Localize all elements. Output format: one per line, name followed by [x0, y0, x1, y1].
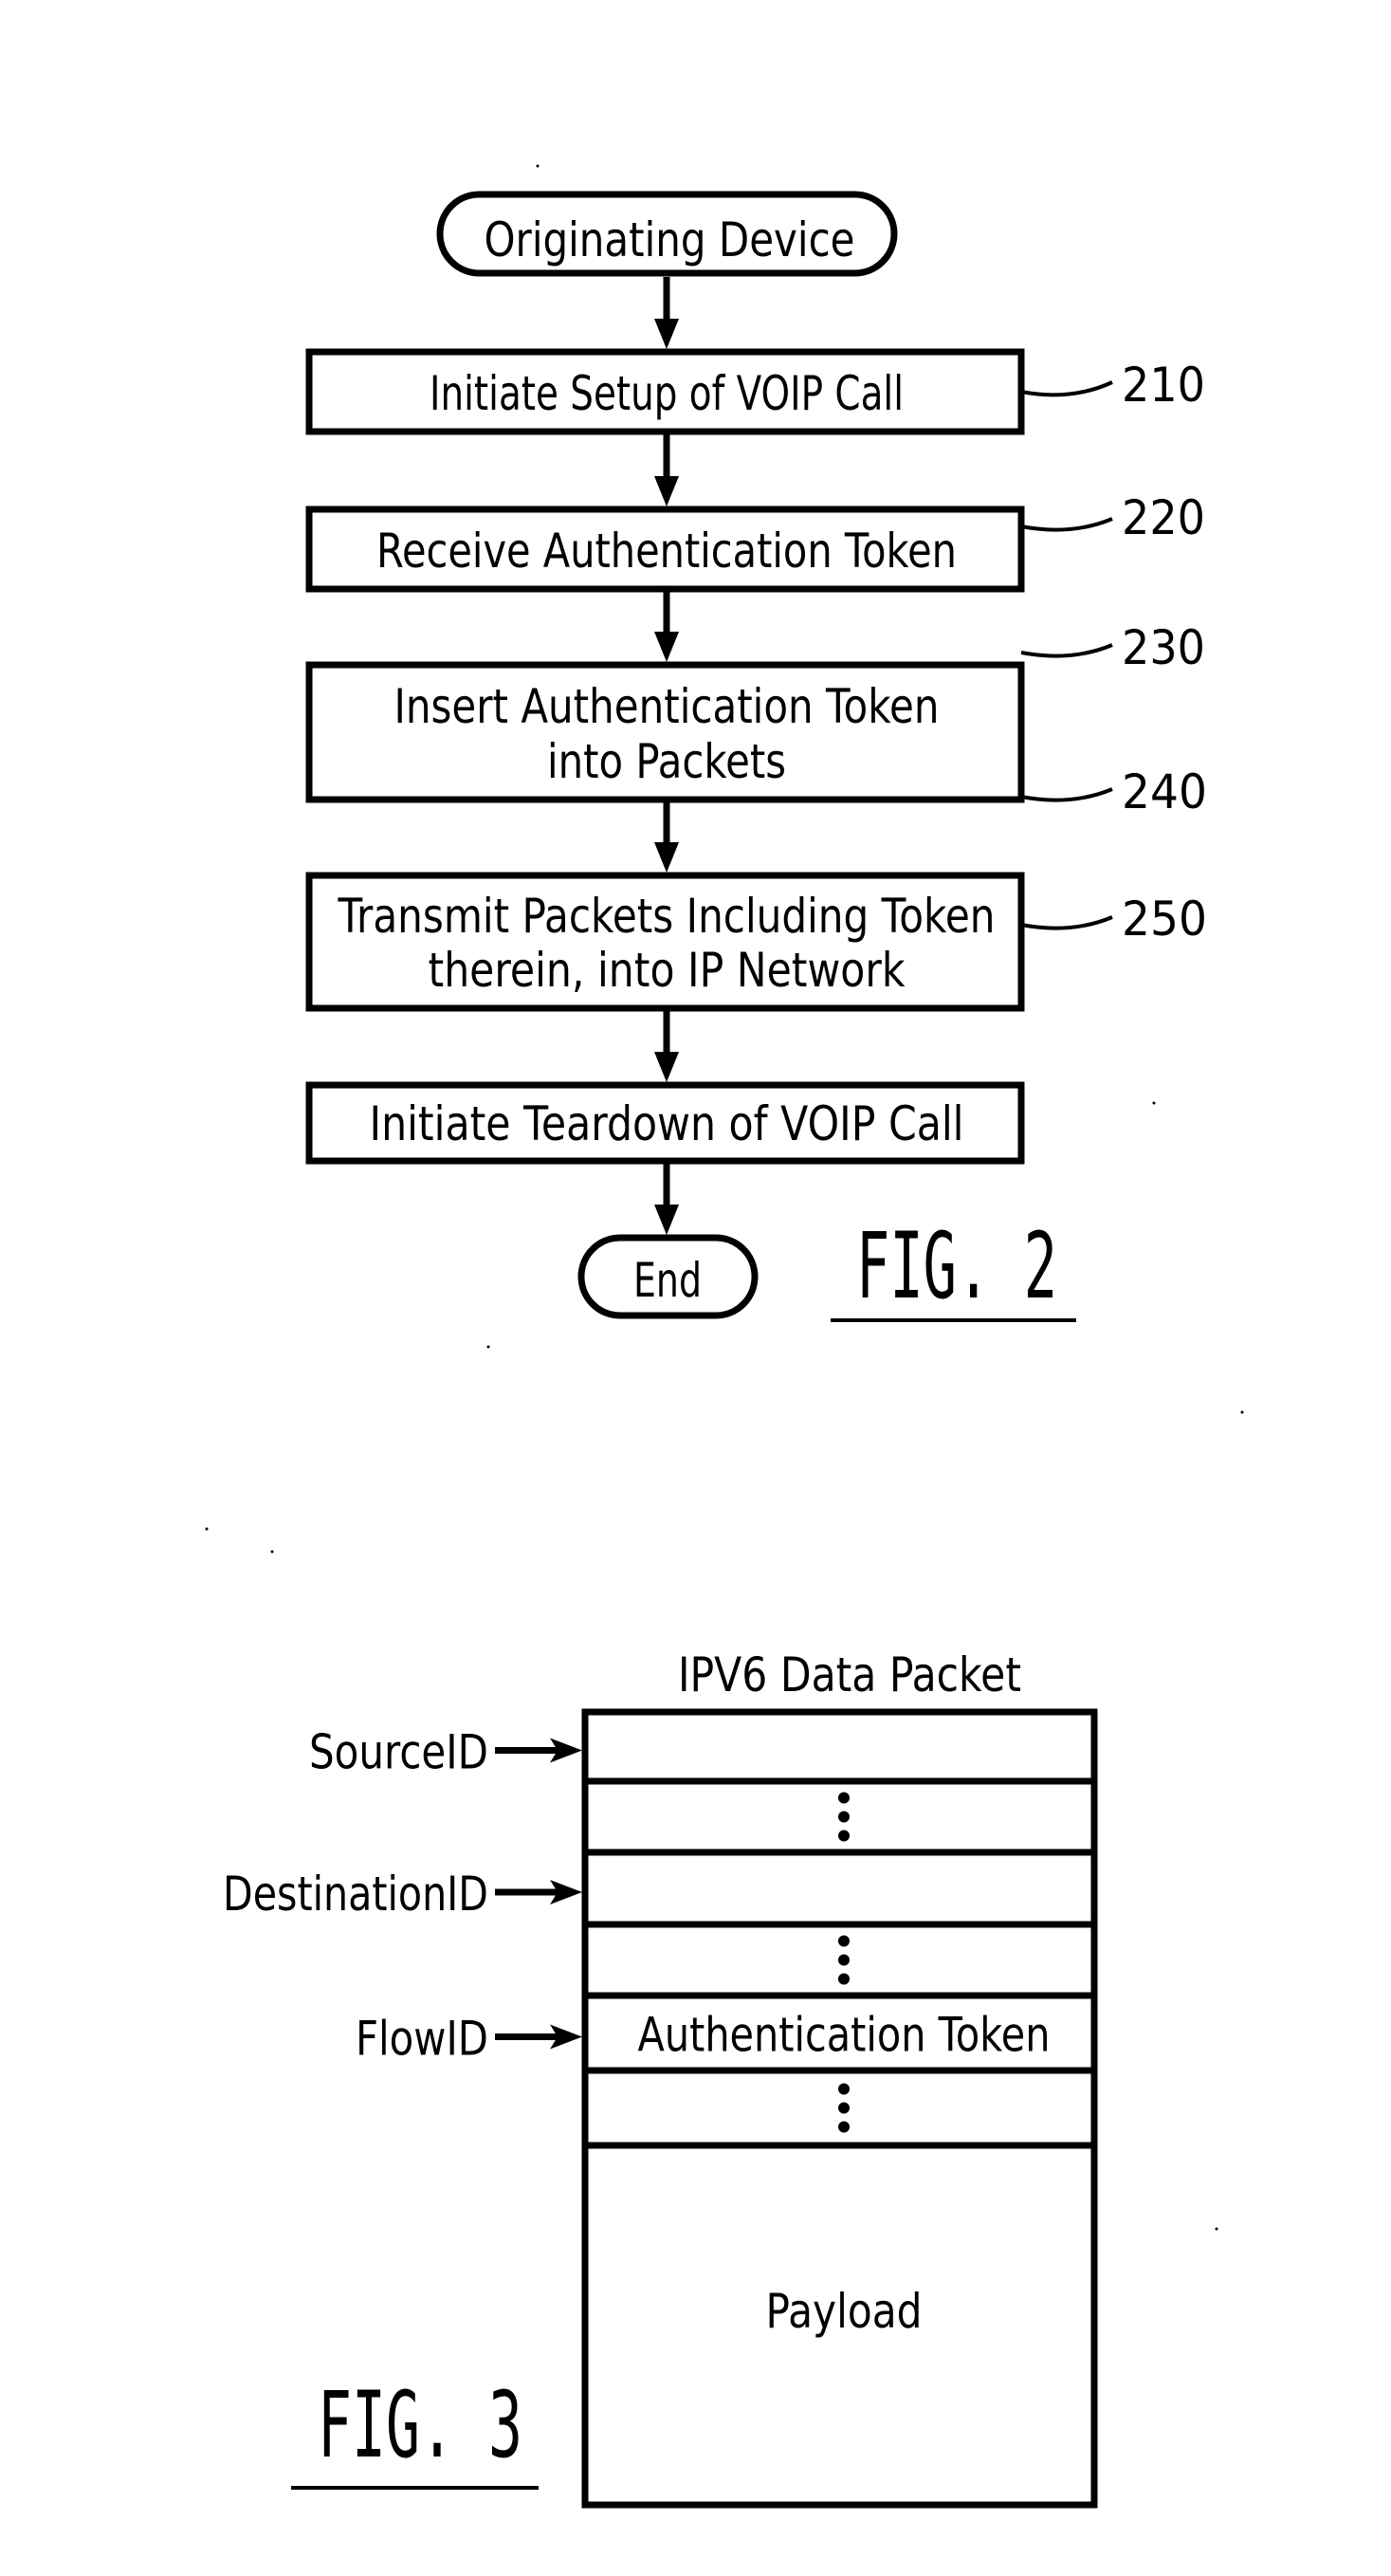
patent-drawing-sheet: Originating Device Initiate Setup of VOI…: [205, 164, 1244, 2509]
ellipsis-dot: [838, 1792, 850, 1804]
speck: [205, 1527, 209, 1531]
process-label: Initiate Teardown of VOIP Call: [370, 1096, 964, 1151]
figure-label: FIG. 2: [856, 1213, 1057, 1319]
ellipsis-dot: [838, 1830, 850, 1842]
reference-numeral: 230: [1122, 620, 1205, 675]
ellipsis-dot: [838, 2121, 850, 2133]
flow-arrow: [654, 802, 679, 873]
field-content: Authentication Token: [638, 2008, 1051, 2063]
ellipsis-icon: [838, 1792, 850, 1842]
ellipsis-dot: [838, 2102, 850, 2114]
start-terminal: Originating Device: [436, 191, 898, 277]
speck: [1152, 1101, 1156, 1105]
reference-numeral: 240: [1122, 764, 1207, 819]
ellipsis-dot: [838, 1973, 850, 1985]
leader-line: [1020, 643, 1113, 658]
ellipsis-dot: [838, 1954, 850, 1966]
flow-arrow: [654, 1011, 679, 1082]
fig2-caption: FIG. 2: [831, 1213, 1076, 1322]
packet-title: IPV6 Data Packet: [678, 1647, 1021, 1702]
packet-field-row: SourceID: [309, 1725, 582, 1780]
leader-line: [1020, 915, 1113, 930]
pointer-arrow-icon: [495, 1880, 582, 1904]
flow-arrow: [654, 592, 679, 662]
process-step-230: Insert Authentication Token into Packets…: [305, 620, 1205, 803]
speck: [486, 1345, 490, 1349]
packet-field-row: [585, 1921, 1094, 1985]
fig3-caption: FIG. 3: [291, 2372, 539, 2490]
pointer-label: FlowID: [356, 2012, 488, 2067]
reference-numeral: 210: [1122, 358, 1205, 413]
flow-arrow: [654, 1164, 679, 1235]
process-label: Receive Authentication Token: [376, 524, 957, 579]
payload-field-label: Payload: [766, 2284, 923, 2339]
pointer-arrow-icon: [495, 1738, 582, 1763]
process-label-line-2: into Packets: [547, 734, 786, 789]
speck: [536, 164, 540, 168]
speck: [1215, 2227, 1218, 2231]
figure-label: FIG. 3: [318, 2372, 522, 2478]
process-label: Initiate Setup of VOIP Call: [430, 366, 904, 421]
ellipsis-icon: [838, 1935, 850, 1985]
packet-field-row: Payload: [585, 2142, 1094, 2339]
fig3-packet-diagram: IPV6 Data Packet SourceID DestinationID Au…: [223, 1647, 1098, 2509]
flow-arrow: [654, 434, 679, 506]
speck: [270, 1550, 274, 1554]
ellipsis-icon: [838, 2083, 850, 2133]
start-terminal-label: Originating Device: [485, 212, 855, 267]
process-step-210: Initiate Setup of VOIP Call 210: [305, 348, 1205, 435]
ellipsis-dot: [838, 2083, 850, 2095]
packet-field-row: [585, 1777, 1094, 1842]
leader-line: [1020, 517, 1113, 532]
packet-field-row: Authentication Token FlowID: [356, 1992, 1094, 2067]
fig2-flowchart: Originating Device Initiate Setup of VOI…: [305, 191, 1207, 1322]
pointer-arrow-icon: [495, 2024, 582, 2050]
leader-line: [1020, 380, 1113, 397]
leader-line: [1020, 787, 1113, 802]
pointer-label: DestinationID: [223, 1867, 488, 1922]
speck: [1240, 1410, 1244, 1414]
packet-field-row: [585, 2067, 1094, 2133]
flow-arrow: [654, 277, 679, 349]
ellipsis-dot: [838, 1811, 850, 1823]
end-terminal-label: End: [633, 1253, 702, 1308]
end-terminal: End: [577, 1234, 759, 1319]
reference-numeral: 250: [1122, 892, 1207, 947]
ellipsis-dot: [838, 1935, 850, 1947]
packet-field-row: DestinationID: [223, 1849, 1094, 1922]
process-label-line-1: Insert Authentication Token: [394, 679, 940, 734]
reference-numeral: 220: [1122, 490, 1205, 545]
process-step-220: Receive Authentication Token 220: [305, 490, 1205, 593]
process-label-line-2: therein, into IP Network: [429, 943, 906, 998]
pointer-label: SourceID: [309, 1725, 488, 1780]
process-label-line-1: Transmit Packets Including Token: [338, 889, 996, 944]
